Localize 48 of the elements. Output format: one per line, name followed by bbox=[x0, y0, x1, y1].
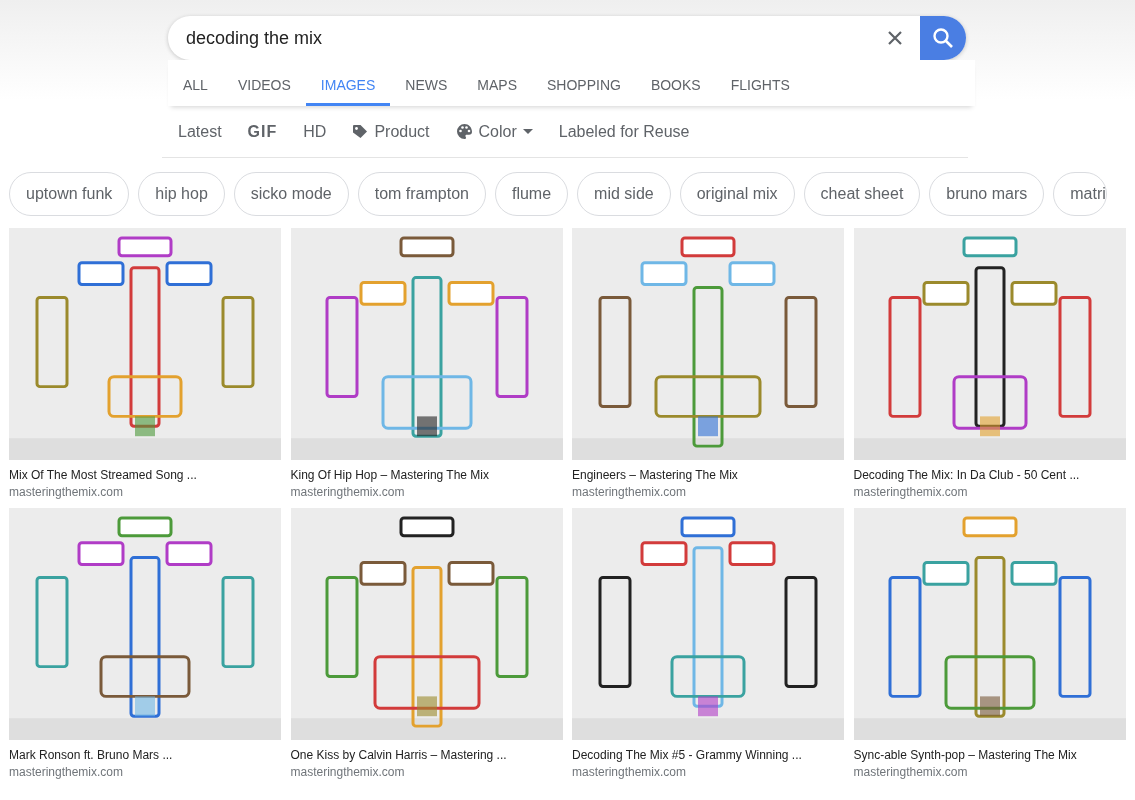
suggestion-chip[interactable]: hip hop bbox=[138, 172, 225, 216]
tab[interactable]: IMAGES bbox=[305, 60, 391, 106]
tab[interactable]: NEWS bbox=[390, 60, 463, 106]
result-title[interactable]: Mark Ronson ft. Bruno Mars ... bbox=[9, 748, 281, 763]
suggestion-chip[interactable]: mid side bbox=[577, 172, 671, 216]
result-source: masteringthemix.com bbox=[290, 485, 406, 500]
result-source: masteringthemix.com bbox=[853, 485, 969, 500]
tab[interactable]: SHOPPING bbox=[532, 60, 636, 106]
filter-link[interactable]: Latest bbox=[178, 119, 222, 144]
tab[interactable]: MAPS bbox=[462, 60, 532, 106]
search-input[interactable]: decoding the mix bbox=[168, 23, 870, 53]
result-title[interactable]: King Of Hip Hop – Mastering The Mix bbox=[290, 468, 563, 483]
suggestion-chip[interactable]: cheat sheet bbox=[803, 172, 921, 216]
tag-icon bbox=[352, 123, 369, 140]
result-title[interactable]: Mix Of The Most Streamed Song ... bbox=[9, 468, 281, 483]
suggestion-chip[interactable]: matri bbox=[1053, 172, 1107, 216]
search-button[interactable] bbox=[920, 16, 966, 60]
suggestion-chip[interactable]: original mix bbox=[679, 172, 795, 216]
close-icon bbox=[887, 30, 903, 46]
result-title[interactable]: One Kiss by Calvin Harris – Mastering ... bbox=[290, 748, 563, 763]
filter-link[interactable]: Product bbox=[374, 119, 430, 144]
result-source: masteringthemix.com bbox=[572, 485, 688, 500]
search-icon bbox=[932, 27, 954, 49]
suggestion-chip[interactable]: uptown funk bbox=[9, 172, 130, 216]
result-title[interactable]: Decoding The Mix #5 - Grammy Winning ... bbox=[572, 748, 844, 763]
suggestion-chip[interactable]: bruno mars bbox=[929, 172, 1045, 216]
result-source: masteringthemix.com bbox=[9, 765, 125, 780]
filter-link[interactable]: GIF bbox=[247, 119, 278, 144]
result-source: masteringthemix.com bbox=[290, 765, 406, 780]
suggestion-chip[interactable]: flume bbox=[494, 172, 569, 216]
tab[interactable]: FLIGHTS bbox=[715, 60, 805, 106]
result-source: masteringthemix.com bbox=[853, 765, 969, 780]
filter-link[interactable]: Color bbox=[478, 119, 517, 144]
result-title[interactable]: Sync-able Synth-pop – Mastering The Mix bbox=[853, 748, 1126, 763]
tab[interactable]: VIDEOS bbox=[222, 60, 306, 106]
caret-icon bbox=[522, 129, 533, 134]
filter-link[interactable]: Labeled for Reuse bbox=[558, 119, 690, 144]
result-source: masteringthemix.com bbox=[572, 765, 688, 780]
suggestion-chip[interactable]: sicko mode bbox=[233, 172, 349, 216]
suggestion-chip[interactable]: tom frampton bbox=[357, 172, 486, 216]
tab[interactable]: BOOKS bbox=[635, 60, 716, 106]
palette-icon bbox=[455, 123, 473, 140]
result-title[interactable]: Decoding The Mix: In Da Club - 50 Cent ... bbox=[853, 468, 1126, 483]
result-title[interactable]: Engineers – Mastering The Mix bbox=[572, 468, 844, 483]
result-source: masteringthemix.com bbox=[9, 485, 125, 500]
tab[interactable]: ALL bbox=[168, 60, 223, 106]
filter-link[interactable]: HD bbox=[303, 119, 327, 144]
search-field[interactable]: decoding the mix bbox=[168, 16, 966, 60]
